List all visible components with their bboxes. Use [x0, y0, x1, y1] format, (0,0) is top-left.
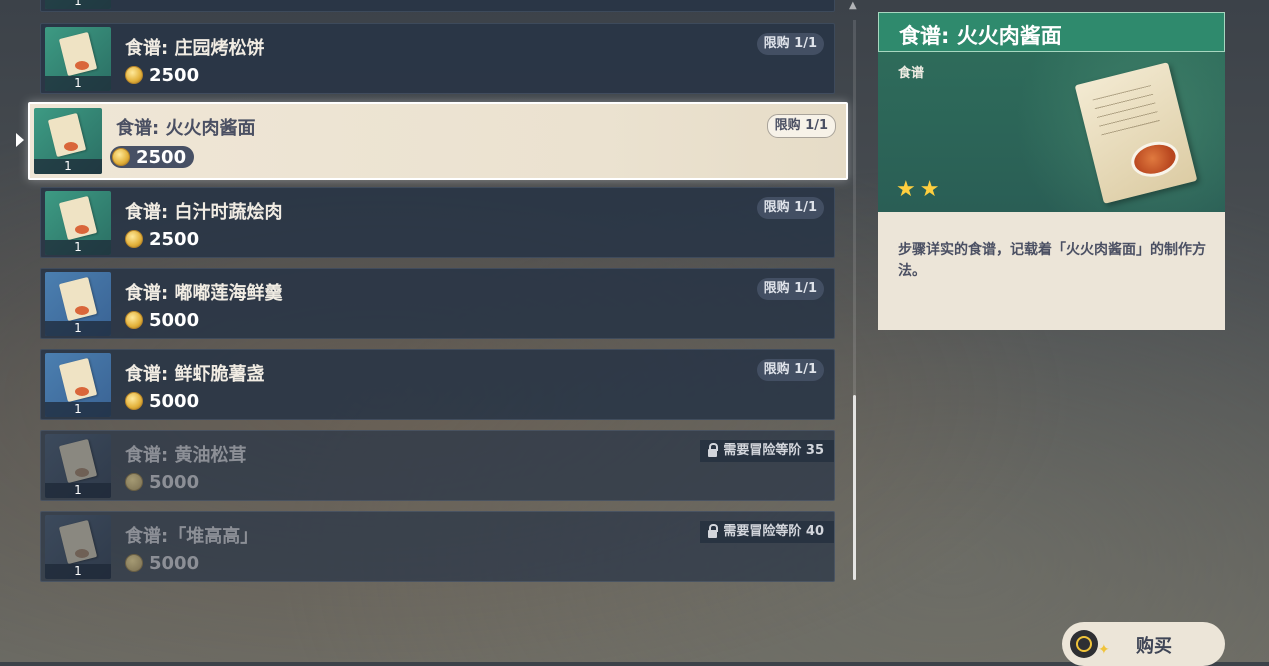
purchase-limit-badge: 限购 1/1	[756, 33, 824, 55]
mora-coin-icon	[125, 66, 143, 84]
dish-icon	[75, 306, 89, 315]
dish-icon	[75, 61, 89, 70]
item-thumbnail: 1	[45, 434, 111, 498]
price-value: 5000	[149, 309, 200, 331]
item-thumbnail: 1	[45, 515, 111, 579]
recipe-text-lines	[1092, 84, 1161, 139]
item-name: 食谱: 黄油松茸	[125, 445, 247, 466]
mora-coin-icon	[125, 473, 143, 491]
item-price: 5000	[125, 471, 207, 493]
item-quantity: 1	[45, 564, 111, 579]
dish-icon	[75, 225, 89, 234]
dish-icon	[75, 549, 89, 558]
item-name: 食谱: 火火肉酱面	[116, 118, 256, 139]
list-item[interactable]: 1 食谱: 庄园烤松饼 2500 限购 1/1	[40, 23, 835, 94]
item-thumbnail: 1	[45, 191, 111, 255]
price-value: 5000	[149, 390, 200, 412]
sparkle-icon: ✦	[1098, 642, 1110, 658]
item-name: 食谱: 嘟嘟莲海鲜羹	[125, 283, 283, 304]
item-quantity: 1	[45, 0, 111, 9]
mora-coin-icon	[125, 230, 143, 248]
list-item[interactable]: 1 食谱: 白汁时蔬烩肉 2500 限购 1/1	[40, 187, 835, 258]
mora-coin-icon	[125, 554, 143, 572]
mora-coin-icon	[125, 311, 143, 329]
list-item[interactable]: 1 食谱: 鲜虾脆薯盏 5000 限购 1/1	[40, 349, 835, 420]
item-quantity: 1	[45, 402, 111, 417]
item-detail-panel: 食谱: 火火肉酱面 食谱 ★ ★ 步骤详实的食谱，记载着「火火肉酱面」的制作方法…	[878, 12, 1225, 330]
item-price: 2500	[125, 64, 207, 86]
scroll-up-arrow-icon[interactable]: ▲	[849, 0, 857, 11]
dish-icon	[75, 468, 89, 477]
dish-icon	[75, 387, 89, 396]
item-price: 5000	[125, 390, 207, 412]
item-quantity: 1	[45, 321, 111, 336]
price-value: 5000	[149, 552, 200, 574]
item-quantity: 1	[45, 76, 111, 91]
star-icon: ★	[919, 177, 940, 202]
rarity-stars: ★ ★	[896, 179, 939, 201]
list-item[interactable]: 1	[40, 0, 835, 12]
item-thumbnail: 1	[45, 272, 111, 336]
dish-icon	[64, 142, 78, 151]
item-price: 2500	[110, 146, 195, 168]
item-price: 5000	[125, 552, 207, 574]
price-value: 2500	[136, 146, 187, 168]
lock-icon	[708, 442, 719, 457]
price-value: 2500	[149, 228, 200, 250]
item-name: 食谱: 白汁时蔬烩肉	[125, 202, 283, 223]
recipe-illustration	[1074, 62, 1198, 204]
purchase-limit-badge: 限购 1/1	[756, 278, 824, 300]
item-thumbnail: 1	[45, 0, 111, 9]
item-name: 食谱:「堆高高」	[125, 526, 259, 547]
purchase-limit-badge: 限购 1/1	[756, 359, 824, 381]
list-item-locked[interactable]: 1 食谱: 黄油松茸 5000 需要冒险等阶 35	[40, 430, 835, 501]
lock-icon	[708, 523, 719, 538]
selection-arrow-icon	[16, 133, 24, 147]
requirement-text: 需要冒险等阶 40	[723, 524, 824, 539]
requirement-text: 需要冒险等阶 35	[723, 443, 824, 458]
list-item-selected[interactable]: 1 食谱: 火火肉酱面 2500 限购 1/1	[28, 102, 848, 180]
dish-icon	[1127, 136, 1183, 182]
level-requirement-badge: 需要冒险等阶 40	[700, 521, 834, 543]
list-item-locked[interactable]: 1 食谱:「堆高高」 5000 需要冒险等阶 40	[40, 511, 835, 582]
detail-titlebar: 食谱: 火火肉酱面	[878, 12, 1225, 52]
item-price: 2500	[125, 228, 207, 250]
item-quantity: 1	[34, 159, 102, 174]
item-name: 食谱: 庄园烤松饼	[125, 38, 265, 59]
level-requirement-badge: 需要冒险等阶 35	[700, 440, 834, 462]
item-type-label: 食谱	[898, 66, 925, 81]
star-icon: ★	[896, 177, 916, 202]
detail-header: 食谱: 火火肉酱面 食谱 ★ ★	[878, 12, 1225, 212]
buy-button[interactable]: ✦ 购买	[1062, 622, 1225, 666]
detail-title: 食谱: 火火肉酱面	[899, 24, 1062, 48]
item-thumbnail: 1	[45, 353, 111, 417]
mora-coin-icon	[112, 148, 130, 166]
price-value: 5000	[149, 471, 200, 493]
item-thumbnail: 1	[34, 108, 102, 174]
item-quantity: 1	[45, 483, 111, 498]
item-description: 步骤详实的食谱，记载着「火火肉酱面」的制作方法。	[898, 242, 1206, 279]
detail-body: 步骤详实的食谱，记载着「火火肉酱面」的制作方法。	[878, 212, 1225, 330]
item-thumbnail: 1	[45, 27, 111, 91]
item-price: 5000	[125, 309, 207, 331]
item-name: 食谱: 鲜虾脆薯盏	[125, 364, 265, 385]
purchase-limit-badge: 限购 1/1	[766, 114, 836, 138]
buy-button-label: 购买	[1136, 636, 1172, 657]
mora-coin-icon	[125, 392, 143, 410]
item-quantity: 1	[45, 240, 111, 255]
list-item[interactable]: 1 食谱: 嘟嘟莲海鲜羹 5000 限购 1/1	[40, 268, 835, 339]
controller-circle-button-icon	[1070, 630, 1098, 658]
scrollbar-thumb[interactable]	[853, 395, 856, 580]
price-value: 2500	[149, 64, 200, 86]
purchase-limit-badge: 限购 1/1	[756, 197, 824, 219]
